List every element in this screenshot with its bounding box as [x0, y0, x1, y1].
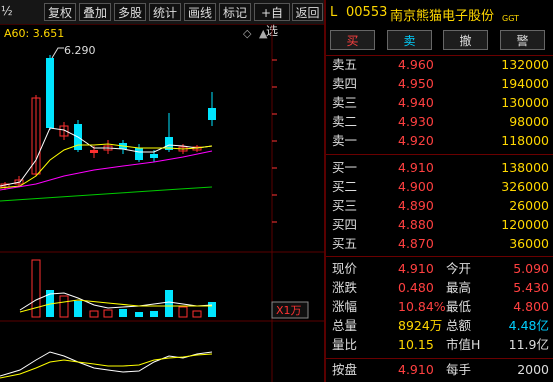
ma-readout: A60: 3.651: [4, 27, 64, 40]
back-button[interactable]: 返回: [292, 3, 323, 21]
stock-name: 南京熊猫电子股份: [390, 9, 495, 24]
high-marker-label: 6.290: [64, 44, 96, 57]
bid-row-3: 买三 4.890 26000: [332, 198, 549, 213]
volume-bars: [31, 259, 216, 318]
ask-row-4: 卖四 4.950 194000: [332, 76, 549, 91]
price-tick: 4.500: [287, 134, 319, 147]
indicator-line-1: [0, 351, 213, 377]
price-tick: 5.500: [287, 80, 319, 93]
svg-text:▲: ▲: [259, 27, 268, 40]
indicator-tick: 0.100: [287, 359, 319, 372]
kline-chart[interactable]: A60: 3.651 ◇ ▲ 6.290 6.000 5.500 5.000 4…: [0, 25, 324, 382]
alert-button[interactable]: 警: [500, 30, 545, 50]
stat-row-price: 现价 4.910 今开 5.090: [332, 261, 549, 276]
candlesticks: [0, 55, 216, 190]
draw-line-button[interactable]: 画线: [184, 3, 216, 21]
ask-row-2: 卖二 4.930 98000: [332, 114, 549, 129]
volume-unit-label: X1万: [276, 304, 302, 317]
high-marker-line: [51, 47, 64, 59]
mark-button[interactable]: 标记: [219, 3, 251, 21]
bid-row-2: 买二 4.900 326000: [332, 179, 549, 194]
bid-row-1: 买一 4.910 138000: [332, 160, 549, 175]
toolbar-partial-label: ½: [1, 4, 13, 18]
statistics-button[interactable]: 统计: [149, 3, 181, 21]
multi-stock-button[interactable]: 多股: [114, 3, 146, 21]
stat-row-volume: 总量 8924万 总额 4.48亿: [332, 318, 549, 333]
sell-button[interactable]: 卖: [387, 30, 432, 50]
price-tick: 3.000: [287, 215, 319, 228]
stat-row-percent: 涨幅 10.84% 最低 4.800: [332, 299, 549, 314]
indicator-tick: 0.150: [287, 331, 319, 344]
stat-row-change: 涨跌 0.480 最高 5.430: [332, 280, 549, 295]
fuquan-button[interactable]: 复权: [44, 3, 76, 21]
quote-panel: L 00553 南京熊猫电子股份 GGT 买 卖 撤 警 卖五 4.960 13…: [326, 0, 553, 382]
stat-row-ratio: 量比 10.15 市值H 11.9亿: [332, 337, 549, 352]
add-watchlist-button[interactable]: +自选: [254, 3, 290, 38]
ask-row-1: 卖一 4.920 118000: [332, 133, 549, 148]
chart-toolbar: ½ 复权 叠加 多股 统计 画线 标记 +自选 返回: [0, 0, 324, 38]
price-tick: 3.500: [287, 188, 319, 201]
cancel-order-button[interactable]: 撤: [443, 30, 488, 50]
bid-row-5: 买五 4.870 36000: [332, 236, 549, 251]
indicator-line-2: [0, 353, 213, 379]
ask-row-5: 卖五 4.960 132000: [332, 57, 549, 72]
ask-row-3: 卖三 4.940 130000: [332, 95, 549, 110]
bid-row-4: 买四 4.880 120000: [332, 217, 549, 232]
svg-text:◇: ◇: [243, 27, 252, 40]
price-tick: 4.000: [287, 161, 319, 174]
price-tick: 5.000: [287, 107, 319, 120]
corner-icon[interactable]: ◇ ▲: [243, 27, 268, 40]
buy-button[interactable]: 买: [330, 30, 375, 50]
volume-tick: 30000: [285, 262, 320, 275]
stat-row-closing: 按盘 4.910 每手 2000: [332, 362, 549, 377]
ma60-line: [0, 186, 213, 202]
market-prefix: L: [330, 5, 338, 20]
stock-code: 00553: [346, 5, 388, 20]
volume-tick: 15000: [285, 285, 320, 298]
price-tick: 6.000: [287, 53, 319, 66]
ggt-badge: GGT: [502, 14, 519, 23]
overlay-button[interactable]: 叠加: [79, 3, 111, 21]
